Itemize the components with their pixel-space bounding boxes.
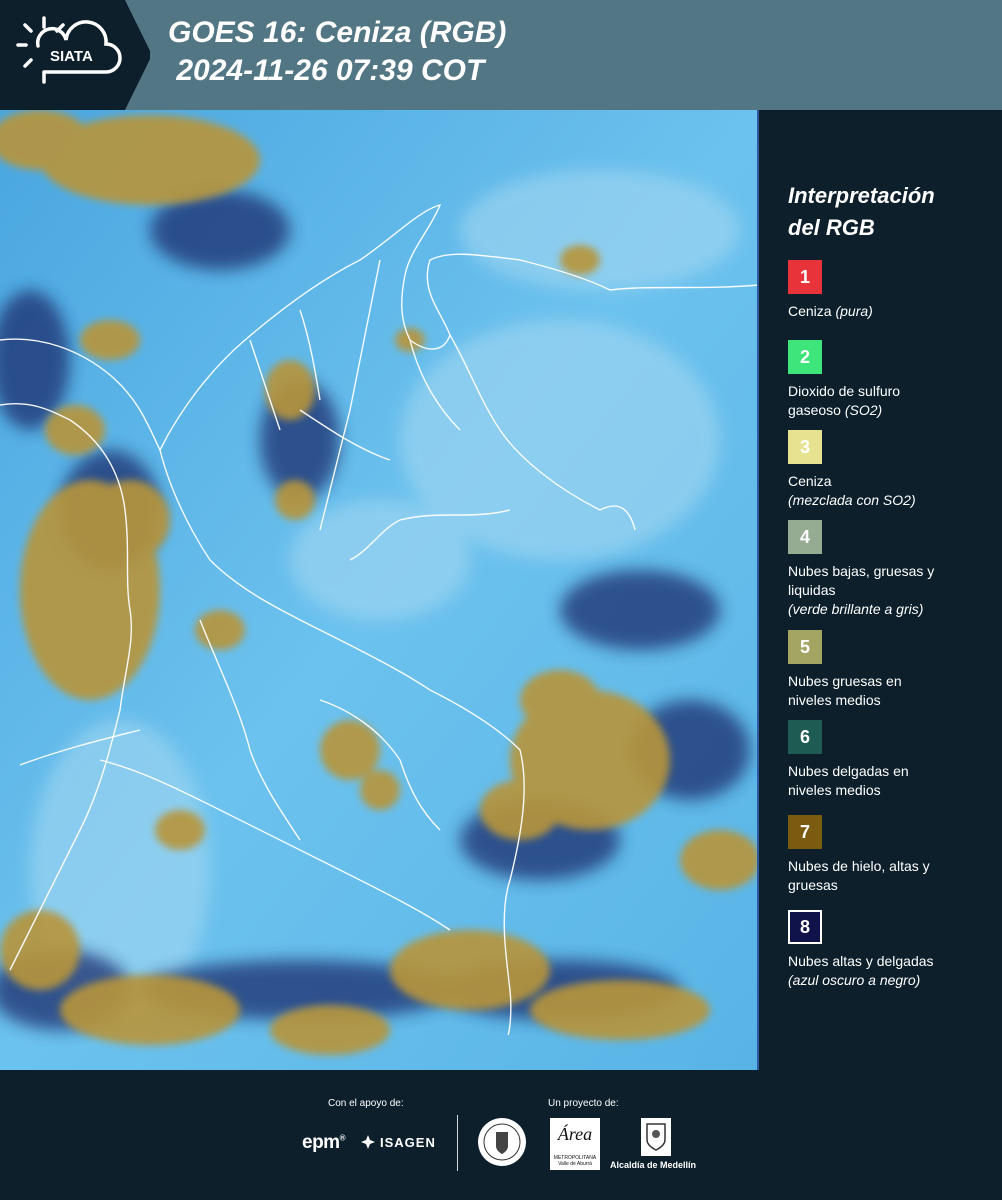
area-logo-sub2: Valle de Aburrá — [558, 1161, 592, 1167]
legend-swatch: 3 — [788, 430, 822, 464]
support-label: Con el apoyo de: — [328, 1098, 404, 1109]
siata-logo-text: SIATA — [50, 48, 93, 65]
project-label: Un proyecto de: — [548, 1098, 619, 1109]
page-title: GOES 16: Ceniza (RGB) 2024-11-26 07:39 C… — [168, 14, 506, 90]
legend-label-line: Dioxido de sulfuro — [788, 383, 901, 399]
legend-label-line: Nubes delgadas en — [788, 763, 909, 779]
legend-item-label: Nubes gruesas en niveles medios — [788, 672, 993, 710]
satellite-image — [0, 110, 759, 1070]
legend-label-line: Nubes altas y delgadas — [788, 953, 934, 969]
legend-item-label: Dioxido de sulfuro gaseoso (SO2) — [788, 382, 993, 420]
legend-label-line: niveles medios — [788, 782, 881, 798]
legend-item-label: Ceniza (mezclada con SO2) — [788, 472, 993, 510]
legend-item: 7 Nubes de hielo, altas y gruesas — [788, 815, 993, 895]
legend-label-line: gaseoso (SO2) — [788, 402, 883, 418]
legend-label-line: gruesas — [788, 877, 838, 893]
legend-item-label: Nubes altas y delgadas (azul oscuro a neg… — [788, 952, 993, 990]
legend-label-line: Nubes bajas, gruesas y — [788, 563, 935, 579]
alcaldia-shield-logo — [641, 1118, 671, 1156]
legend-swatch: 8 — [788, 910, 822, 944]
rgb-legend: Interpretación del RGB 1 Ceniza (pura) 2 Di… — [760, 110, 1002, 1070]
siata-logo: SIATA — [0, 0, 150, 110]
legend-item-label: Ceniza (pura) — [788, 302, 993, 321]
isagen-logo-text: ISAGEN — [380, 1134, 436, 1150]
legend-label-note: (verde brillante a gris) — [788, 601, 924, 617]
legend-title-line-1: Interpretación — [788, 183, 935, 208]
area-logo-title: Área — [557, 1124, 593, 1144]
legend-item: 3 Ceniza (mezclada con SO2) — [788, 430, 993, 510]
legend-label-line: Ceniza — [788, 473, 832, 489]
legend-label-note: (SO2) — [840, 402, 883, 418]
legend-label-note: (pura) — [831, 303, 873, 319]
legend-item: 2 Dioxido de sulfuro gaseoso (SO2) — [788, 340, 993, 420]
isagen-icon — [361, 1135, 375, 1149]
title-line-2: 2024-11-26 07:39 COT — [168, 54, 485, 87]
satellite-map — [0, 110, 759, 1070]
legend-swatch: 2 — [788, 340, 822, 374]
legend-item-label: Nubes delgadas en niveles medios — [788, 762, 993, 800]
alcaldia-label: Alcaldía de Medellín — [610, 1160, 697, 1170]
legend-label-note: (azul oscuro a negro) — [788, 972, 921, 988]
legend-label-line: Nubes gruesas en — [788, 673, 902, 689]
legend-item: 5 Nubes gruesas en niveles medios — [788, 630, 993, 710]
legend-label-note: (mezclada con SO2) — [788, 492, 916, 508]
legend-item-label: Nubes de hielo, altas y gruesas — [788, 857, 993, 895]
isagen-logo: ISAGEN — [360, 1134, 436, 1150]
footer: Con el apoyo de: Un proyecto de: epm® IS… — [0, 1070, 1002, 1200]
title-line-1: GOES 16: Ceniza (RGB) — [168, 16, 507, 49]
legend-swatch: 6 — [788, 720, 822, 754]
legend-item: 4 Nubes bajas, gruesas y liquidas (verde br… — [788, 520, 993, 619]
legend-title: Interpretación del RGB — [788, 180, 935, 244]
area-metropolitana-logo: Área METROPOLITANA Valle de Aburrá — [550, 1118, 600, 1170]
legend-swatch: 1 — [788, 260, 822, 294]
legend-item-label: Nubes bajas, gruesas y liquidas (verde bri… — [788, 562, 993, 619]
legend-label-line: niveles medios — [788, 692, 881, 708]
legend-swatch: 5 — [788, 630, 822, 664]
legend-title-line-2: del RGB — [788, 215, 875, 240]
legend-label-line: liquidas — [788, 582, 836, 598]
legend-label-line: Nubes de hielo, altas y — [788, 858, 930, 874]
legend-swatch: 7 — [788, 815, 822, 849]
legend-item: 6 Nubes delgadas en niveles medios — [788, 720, 993, 800]
footer-divider — [457, 1115, 458, 1171]
header-bar: SIATA GOES 16: Ceniza (RGB) 2024-11-26 0… — [0, 0, 1002, 110]
legend-swatch: 4 — [788, 520, 822, 554]
epm-logo: epm® — [302, 1132, 346, 1153]
medellin-seal-logo — [478, 1118, 526, 1166]
legend-item: 8 Nubes altas y delgadas (azul oscuro a ne… — [788, 910, 993, 990]
legend-label-line: Ceniza (pura) — [788, 303, 873, 319]
epm-logo-text: epm — [302, 1132, 340, 1153]
legend-item: 1 Ceniza (pura) — [788, 260, 993, 321]
